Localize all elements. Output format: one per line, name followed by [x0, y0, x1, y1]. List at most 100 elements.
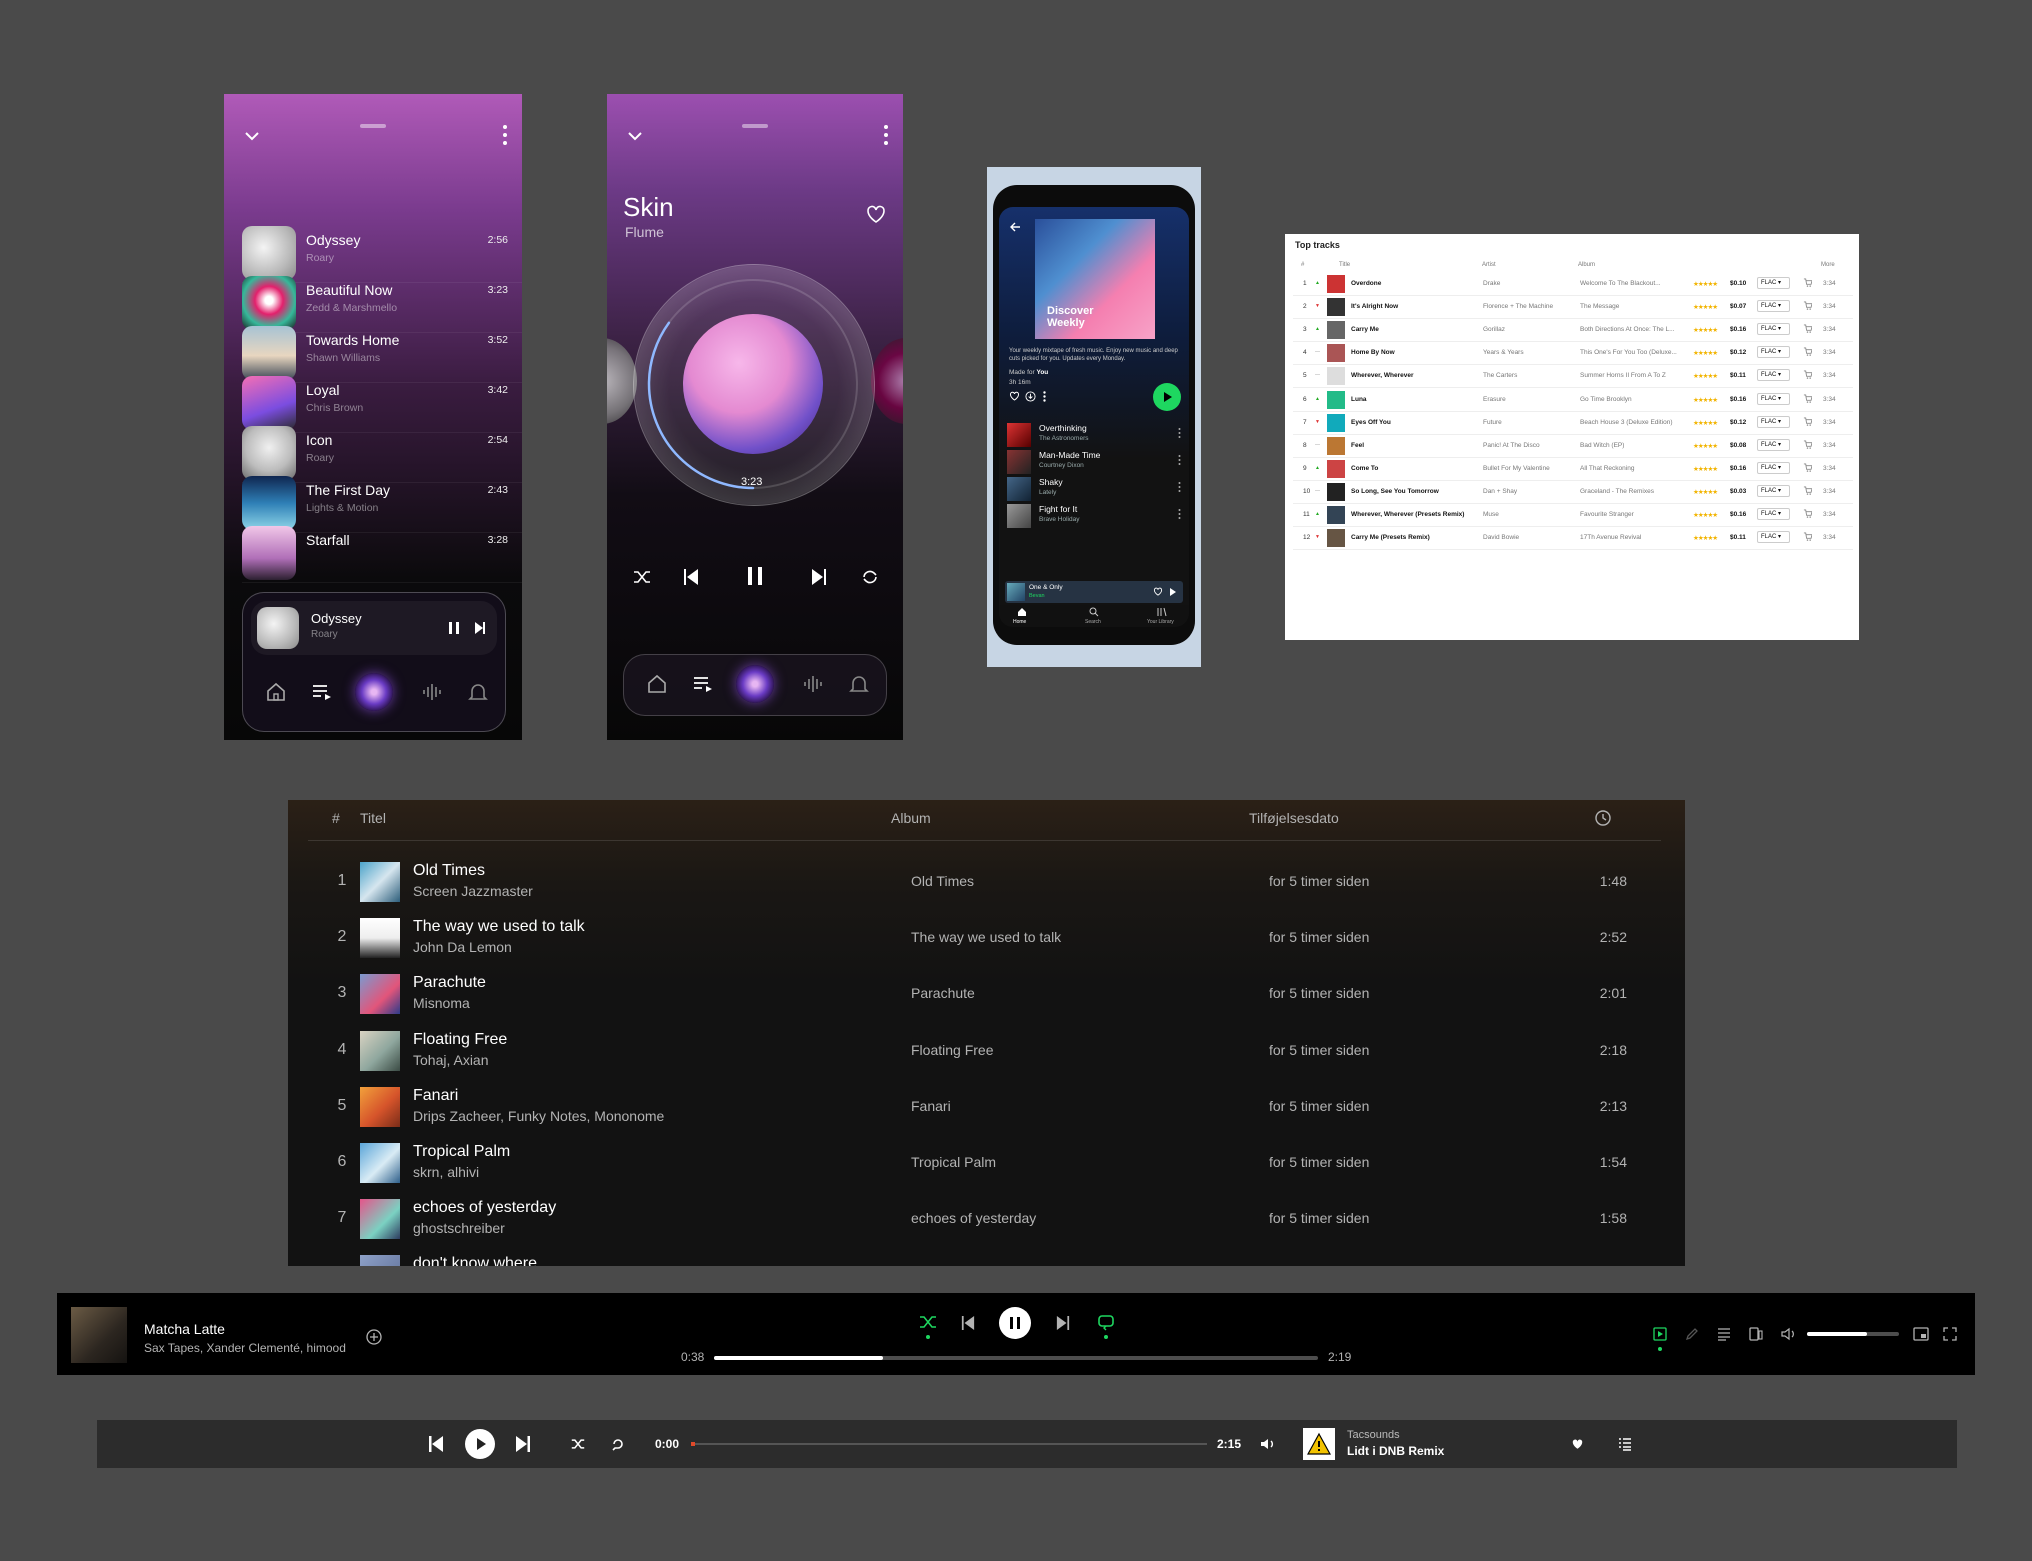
cart-icon[interactable] [1803, 301, 1813, 312]
skip-next-icon[interactable] [473, 621, 487, 635]
heart-icon[interactable] [1153, 587, 1163, 596]
track-artist[interactable]: Panic! At The Disco [1483, 442, 1540, 449]
fullscreen-icon[interactable] [1943, 1327, 1957, 1341]
cart-icon[interactable] [1803, 324, 1813, 335]
table-row[interactable]: 5 — Wherever, Wherever The Carters Summe… [1293, 364, 1853, 389]
header-album[interactable]: Album [1578, 262, 1595, 268]
volume-icon[interactable] [1781, 1327, 1797, 1341]
cart-icon[interactable] [1803, 393, 1813, 405]
search-icon[interactable] [1089, 607, 1099, 617]
track-cover[interactable] [1303, 1428, 1335, 1460]
track-album[interactable]: Floating Free [911, 1042, 993, 1058]
track-album[interactable]: All That Reckoning [1580, 465, 1634, 472]
track-artist[interactable]: John Da Lemon [413, 939, 512, 955]
table-row[interactable]: 10 — So Long, See You Tomorrow Dan + Sha… [1293, 480, 1853, 504]
header-date-added[interactable]: Tilføjelsesdato [1249, 810, 1339, 826]
cart-icon[interactable] [1803, 370, 1813, 381]
rating-stars[interactable]: ★★★★★ [1693, 396, 1718, 404]
mini-player[interactable]: Odyssey Roary [242, 592, 506, 732]
header-title[interactable]: Titel [360, 810, 386, 826]
table-row[interactable]: 12 ▼ Carry Me (Presets Remix) David Bowi… [1293, 526, 1853, 551]
track-row[interactable]: Starfall 3:28 [242, 520, 522, 583]
more-options-icon[interactable] [1178, 481, 1181, 493]
heart-icon[interactable] [1571, 1438, 1584, 1450]
rating-stars[interactable]: ★★★★★ [1693, 488, 1718, 496]
waveform-icon[interactable] [421, 681, 443, 703]
table-row[interactable]: 11 ▲ Wherever, Wherever (Presets Remix) … [1293, 503, 1853, 527]
track-name[interactable]: Lidt i DNB Remix [1347, 1444, 1444, 1458]
progress-track[interactable] [691, 1442, 1207, 1446]
track-title[interactable]: Parachute [413, 974, 486, 992]
track-album[interactable]: Favourite Stranger [1580, 511, 1634, 518]
more-options-icon[interactable] [1178, 508, 1181, 520]
now-playing-disc-icon[interactable] [736, 665, 774, 703]
progress-track[interactable] [714, 1356, 1318, 1360]
skip-previous-icon[interactable] [961, 1315, 975, 1331]
track-title[interactable]: Come To [1351, 465, 1378, 472]
track-artist[interactable]: Screen Jazzmaster [413, 883, 533, 899]
format-select[interactable]: FLAC ▾ [1757, 323, 1790, 336]
repeat-icon[interactable] [611, 1437, 625, 1451]
track-title[interactable]: Home By Now [1351, 349, 1395, 356]
track-artist[interactable]: Drake [1483, 280, 1500, 287]
table-row[interactable]: 3 ▲ Carry Me Gorillaz Both Directions At… [1293, 318, 1853, 343]
track-title[interactable]: Floating Free [413, 1031, 507, 1049]
repeat-icon[interactable] [861, 568, 879, 586]
track-album[interactable]: Go Time Brooklyn [1580, 396, 1632, 403]
skip-next-icon[interactable] [811, 568, 827, 586]
track-title[interactable]: Tropical Palm [413, 1143, 510, 1161]
track-artist[interactable]: Years & Years [1483, 349, 1524, 356]
table-row[interactable]: 8 — Feel Panic! At The Disco Bad Witch (… [1293, 434, 1853, 458]
track-title[interactable]: The way we used to talk [413, 918, 585, 936]
track-label[interactable]: Tacsounds [1347, 1429, 1400, 1441]
volume-icon[interactable] [1260, 1437, 1276, 1451]
track-title[interactable]: Wherever, Wherever [1351, 372, 1414, 379]
rating-stars[interactable]: ★★★★★ [1693, 534, 1718, 542]
rating-stars[interactable]: ★★★★★ [1693, 372, 1718, 380]
cart-icon[interactable] [1803, 278, 1813, 289]
mini-player-icon[interactable] [1913, 1327, 1929, 1341]
repeat-icon[interactable] [1097, 1313, 1115, 1331]
track-row[interactable]: 7 echoes of yesterday ghostschreiber ech… [308, 1191, 1661, 1247]
format-select[interactable]: FLAC ▾ [1757, 461, 1790, 474]
track-album[interactable]: Summer Horns II From A To Z [1580, 372, 1666, 379]
table-row[interactable]: 2 ▼ It's Alright Now Florence + The Mach… [1293, 295, 1853, 320]
playlist-queue-icon[interactable] [1619, 1437, 1631, 1451]
track-title[interactable]: So Long, See You Tomorrow [1351, 488, 1439, 495]
track-row[interactable]: don't know where [308, 1247, 1661, 1266]
connect-device-icon[interactable] [1749, 1327, 1763, 1341]
queue-icon[interactable] [311, 681, 333, 703]
track-title[interactable]: Old Times [413, 862, 485, 880]
track-album[interactable]: Beach House 3 (Deluxe Edition) [1580, 419, 1673, 426]
track-artist[interactable]: Drips Zacheer, Funky Notes, Mononome [413, 1108, 664, 1124]
waveform-icon[interactable] [802, 673, 824, 695]
rating-stars[interactable]: ★★★★★ [1693, 280, 1718, 288]
track-artist[interactable]: Misnoma [413, 995, 470, 1011]
header-album[interactable]: Album [891, 810, 931, 826]
track-title[interactable]: Fanari [413, 1087, 458, 1105]
play-button[interactable] [465, 1429, 495, 1459]
track-album[interactable]: Graceland - The Remixes [1580, 488, 1654, 495]
format-select[interactable]: FLAC ▾ [1757, 277, 1790, 289]
track-artist[interactable]: Florence + The Machine [1483, 303, 1553, 310]
cart-icon[interactable] [1803, 486, 1813, 497]
heart-icon[interactable] [865, 204, 887, 224]
format-select[interactable]: FLAC ▾ [1757, 438, 1790, 451]
track-row[interactable]: 6 Tropical Palm skrn, alhivi Tropical Pa… [308, 1135, 1661, 1191]
track-artist[interactable]: ghostschreiber [413, 1220, 505, 1236]
queue-icon[interactable] [1717, 1327, 1731, 1341]
skip-previous-icon[interactable] [428, 1435, 444, 1453]
track-artist[interactable]: Tohaj, Axian [413, 1052, 489, 1068]
shuffle-icon[interactable] [919, 1313, 937, 1331]
track-album[interactable]: Fanari [911, 1098, 951, 1114]
track-row[interactable]: Shaky Lately [1007, 475, 1181, 505]
rating-stars[interactable]: ★★★★★ [1693, 419, 1718, 427]
header-title[interactable]: Title [1339, 262, 1350, 268]
pause-icon[interactable] [747, 566, 763, 586]
format-select[interactable]: FLAC ▾ [1757, 346, 1790, 359]
cart-icon[interactable] [1803, 532, 1813, 543]
track-title[interactable]: Wherever, Wherever (Presets Remix) [1351, 511, 1464, 518]
home-icon[interactable] [646, 673, 668, 695]
drag-handle[interactable] [742, 124, 768, 128]
track-album[interactable]: Old Times [911, 873, 974, 889]
